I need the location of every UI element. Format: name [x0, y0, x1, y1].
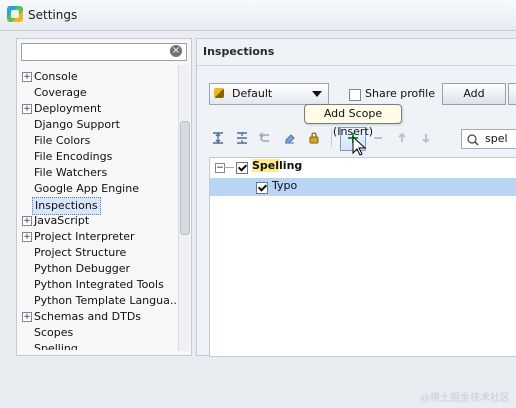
inspection-filter-input[interactable]: spel	[461, 129, 516, 149]
settings-navigation-panel: × + Console Coverage + Deployment Django…	[16, 38, 192, 356]
share-profile-label: Share profile	[365, 87, 435, 100]
inspections-tree: − Spelling Typo	[209, 157, 516, 357]
tree-row-spelling[interactable]: − Spelling	[210, 158, 516, 176]
settings-tree-scroll-thumb[interactable]	[180, 121, 190, 235]
share-profile-checkbox[interactable]	[349, 89, 361, 101]
settings-item-inspections[interactable]: Inspections	[17, 197, 177, 215]
move-up-icon[interactable]	[393, 129, 411, 147]
settings-item-python-template-languages[interactable]: Python Template Langua...	[17, 293, 177, 309]
settings-item-file-colors[interactable]: File Colors	[17, 133, 177, 149]
spelling-checkbox[interactable]	[236, 162, 248, 174]
add-profile-button[interactable]: Add	[442, 83, 506, 105]
typo-label: Typo	[272, 179, 298, 192]
watermark: @稀土掘金技术社区	[420, 393, 510, 404]
tree-line	[224, 167, 234, 168]
expand-icon[interactable]: +	[22, 72, 32, 82]
settings-item-coverage[interactable]: Coverage	[17, 85, 177, 101]
profile-icon	[214, 88, 224, 98]
tree-row-typo[interactable]: Typo	[210, 178, 516, 196]
heading-divider	[197, 65, 516, 66]
settings-item-file-encodings[interactable]: File Encodings	[17, 149, 177, 165]
settings-item-file-watchers[interactable]: File Watchers	[17, 165, 177, 181]
expand-icon[interactable]: +	[22, 104, 32, 114]
expand-all-icon[interactable]	[209, 129, 227, 147]
toolbar-divider	[331, 129, 332, 147]
pycharm-icon	[7, 6, 23, 22]
collapse-all-icon[interactable]	[233, 129, 251, 147]
settings-tree: + Console Coverage + Deployment Django S…	[17, 65, 177, 350]
search-icon	[466, 133, 480, 150]
dropdown-arrow-icon[interactable]	[312, 91, 322, 97]
settings-item-project-interpreter[interactable]: + Project Interpreter	[17, 229, 177, 245]
settings-item-deployment[interactable]: + Deployment	[17, 101, 177, 117]
settings-item-spelling[interactable]: Spelling	[17, 341, 177, 350]
clear-search-icon[interactable]: ×	[170, 45, 182, 57]
settings-item-google-app-engine[interactable]: Google App Engine	[17, 181, 177, 197]
window-title-bar: Settings	[0, 0, 516, 31]
add-scope-tooltip: Add Scope (Insert)	[304, 104, 402, 138]
lock-icon[interactable]	[305, 129, 323, 147]
move-down-icon[interactable]	[417, 129, 435, 147]
settings-item-scopes[interactable]: Scopes	[17, 325, 177, 341]
window-title: Settings	[28, 8, 78, 22]
profile-dropdown[interactable]: Default	[209, 83, 329, 105]
reset-icon[interactable]	[257, 129, 275, 147]
settings-item-javascript[interactable]: + JavaScript	[17, 213, 177, 229]
spelling-label: Spelling	[252, 159, 303, 172]
settings-item-project-structure[interactable]: Project Structure	[17, 245, 177, 261]
expand-icon[interactable]: +	[22, 216, 32, 226]
settings-item-django-support[interactable]: Django Support	[17, 117, 177, 133]
eraser-icon[interactable]	[281, 129, 299, 147]
expand-icon[interactable]: +	[22, 312, 32, 322]
settings-item-python-integrated-tools[interactable]: Python Integrated Tools	[17, 277, 177, 293]
settings-item-console[interactable]: + Console	[17, 69, 177, 85]
settings-tree-scrollbar[interactable]	[178, 65, 190, 351]
typo-checkbox[interactable]	[256, 182, 268, 194]
more-profile-actions-button[interactable]	[508, 83, 516, 105]
collapse-icon[interactable]: −	[215, 163, 225, 173]
settings-item-python-debugger[interactable]: Python Debugger	[17, 261, 177, 277]
settings-search-input[interactable]: ×	[21, 43, 187, 61]
page-title: Inspections	[203, 45, 275, 58]
inspections-panel: Inspections Default Share profile Add sp…	[196, 38, 516, 357]
settings-item-schemas-and-dtds[interactable]: + Schemas and DTDs	[17, 309, 177, 325]
expand-icon[interactable]: +	[22, 232, 32, 242]
mouse-cursor-icon	[352, 135, 367, 159]
